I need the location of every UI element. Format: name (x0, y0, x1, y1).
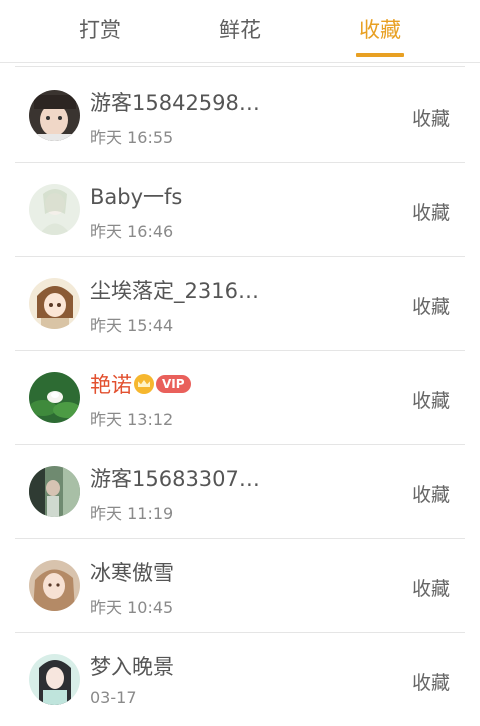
list-item[interactable]: 梦入晚景 03-17 收藏 (15, 633, 465, 726)
crown-icon (134, 374, 154, 394)
username: 梦入晚景 (90, 655, 174, 679)
username: 冰寒傲雪 (90, 561, 174, 585)
list-item[interactable]: 尘埃落定_2316… 昨天 15:44 收藏 (15, 257, 465, 351)
favorite-label[interactable]: 收藏 (412, 198, 450, 225)
username: 尘埃落定_2316… (90, 279, 259, 303)
avatar[interactable] (29, 654, 80, 705)
username: 游客15683307… (90, 467, 260, 491)
favorite-label[interactable]: 收藏 (412, 292, 450, 319)
username: Baby一fs (90, 185, 183, 209)
list-item[interactable]: 游客15842598… 昨天 16:55 收藏 (15, 69, 465, 163)
avatar[interactable] (29, 90, 80, 141)
favorite-label[interactable]: 收藏 (412, 386, 450, 413)
avatar[interactable] (29, 466, 80, 517)
timestamp: 昨天 10:45 (90, 598, 174, 617)
username: 艳诺 VIP (90, 369, 191, 399)
timestamp: 昨天 11:19 (90, 504, 174, 523)
active-tab-indicator (356, 53, 404, 57)
tab-bar: 打赏 鲜花 收藏 (0, 0, 480, 63)
favorite-label[interactable]: 收藏 (412, 480, 450, 507)
username: 游客15842598… (90, 91, 260, 115)
vip-badge: VIP (156, 375, 191, 393)
timestamp: 昨天 16:55 (90, 128, 174, 147)
favorite-label[interactable]: 收藏 (412, 104, 450, 131)
favorite-label[interactable]: 收藏 (412, 574, 450, 601)
tab-reward[interactable]: 打赏 (58, 0, 142, 62)
favorite-label[interactable]: 收藏 (412, 668, 450, 695)
timestamp: 昨天 16:46 (90, 222, 174, 241)
favorites-list: 游客15842598… 昨天 16:55 收藏 Baby一fs 昨天 16:46… (0, 69, 480, 726)
avatar[interactable] (29, 278, 80, 329)
timestamp: 03-17 (90, 688, 137, 707)
list-item[interactable]: 游客15683307… 昨天 11:19 收藏 (15, 445, 465, 539)
timestamp: 昨天 15:44 (90, 316, 174, 335)
timestamp: 昨天 13:12 (90, 410, 174, 429)
list-item[interactable]: 冰寒傲雪 昨天 10:45 收藏 (15, 539, 465, 633)
list-item[interactable]: 艳诺 VIP 昨天 13:12 收藏 (15, 351, 465, 445)
list-item[interactable]: Baby一fs 昨天 16:46 收藏 (15, 163, 465, 257)
divider (15, 66, 465, 67)
avatar[interactable] (29, 560, 80, 611)
tab-flowers[interactable]: 鲜花 (198, 0, 282, 62)
avatar[interactable] (29, 184, 80, 235)
avatar[interactable] (29, 372, 80, 423)
